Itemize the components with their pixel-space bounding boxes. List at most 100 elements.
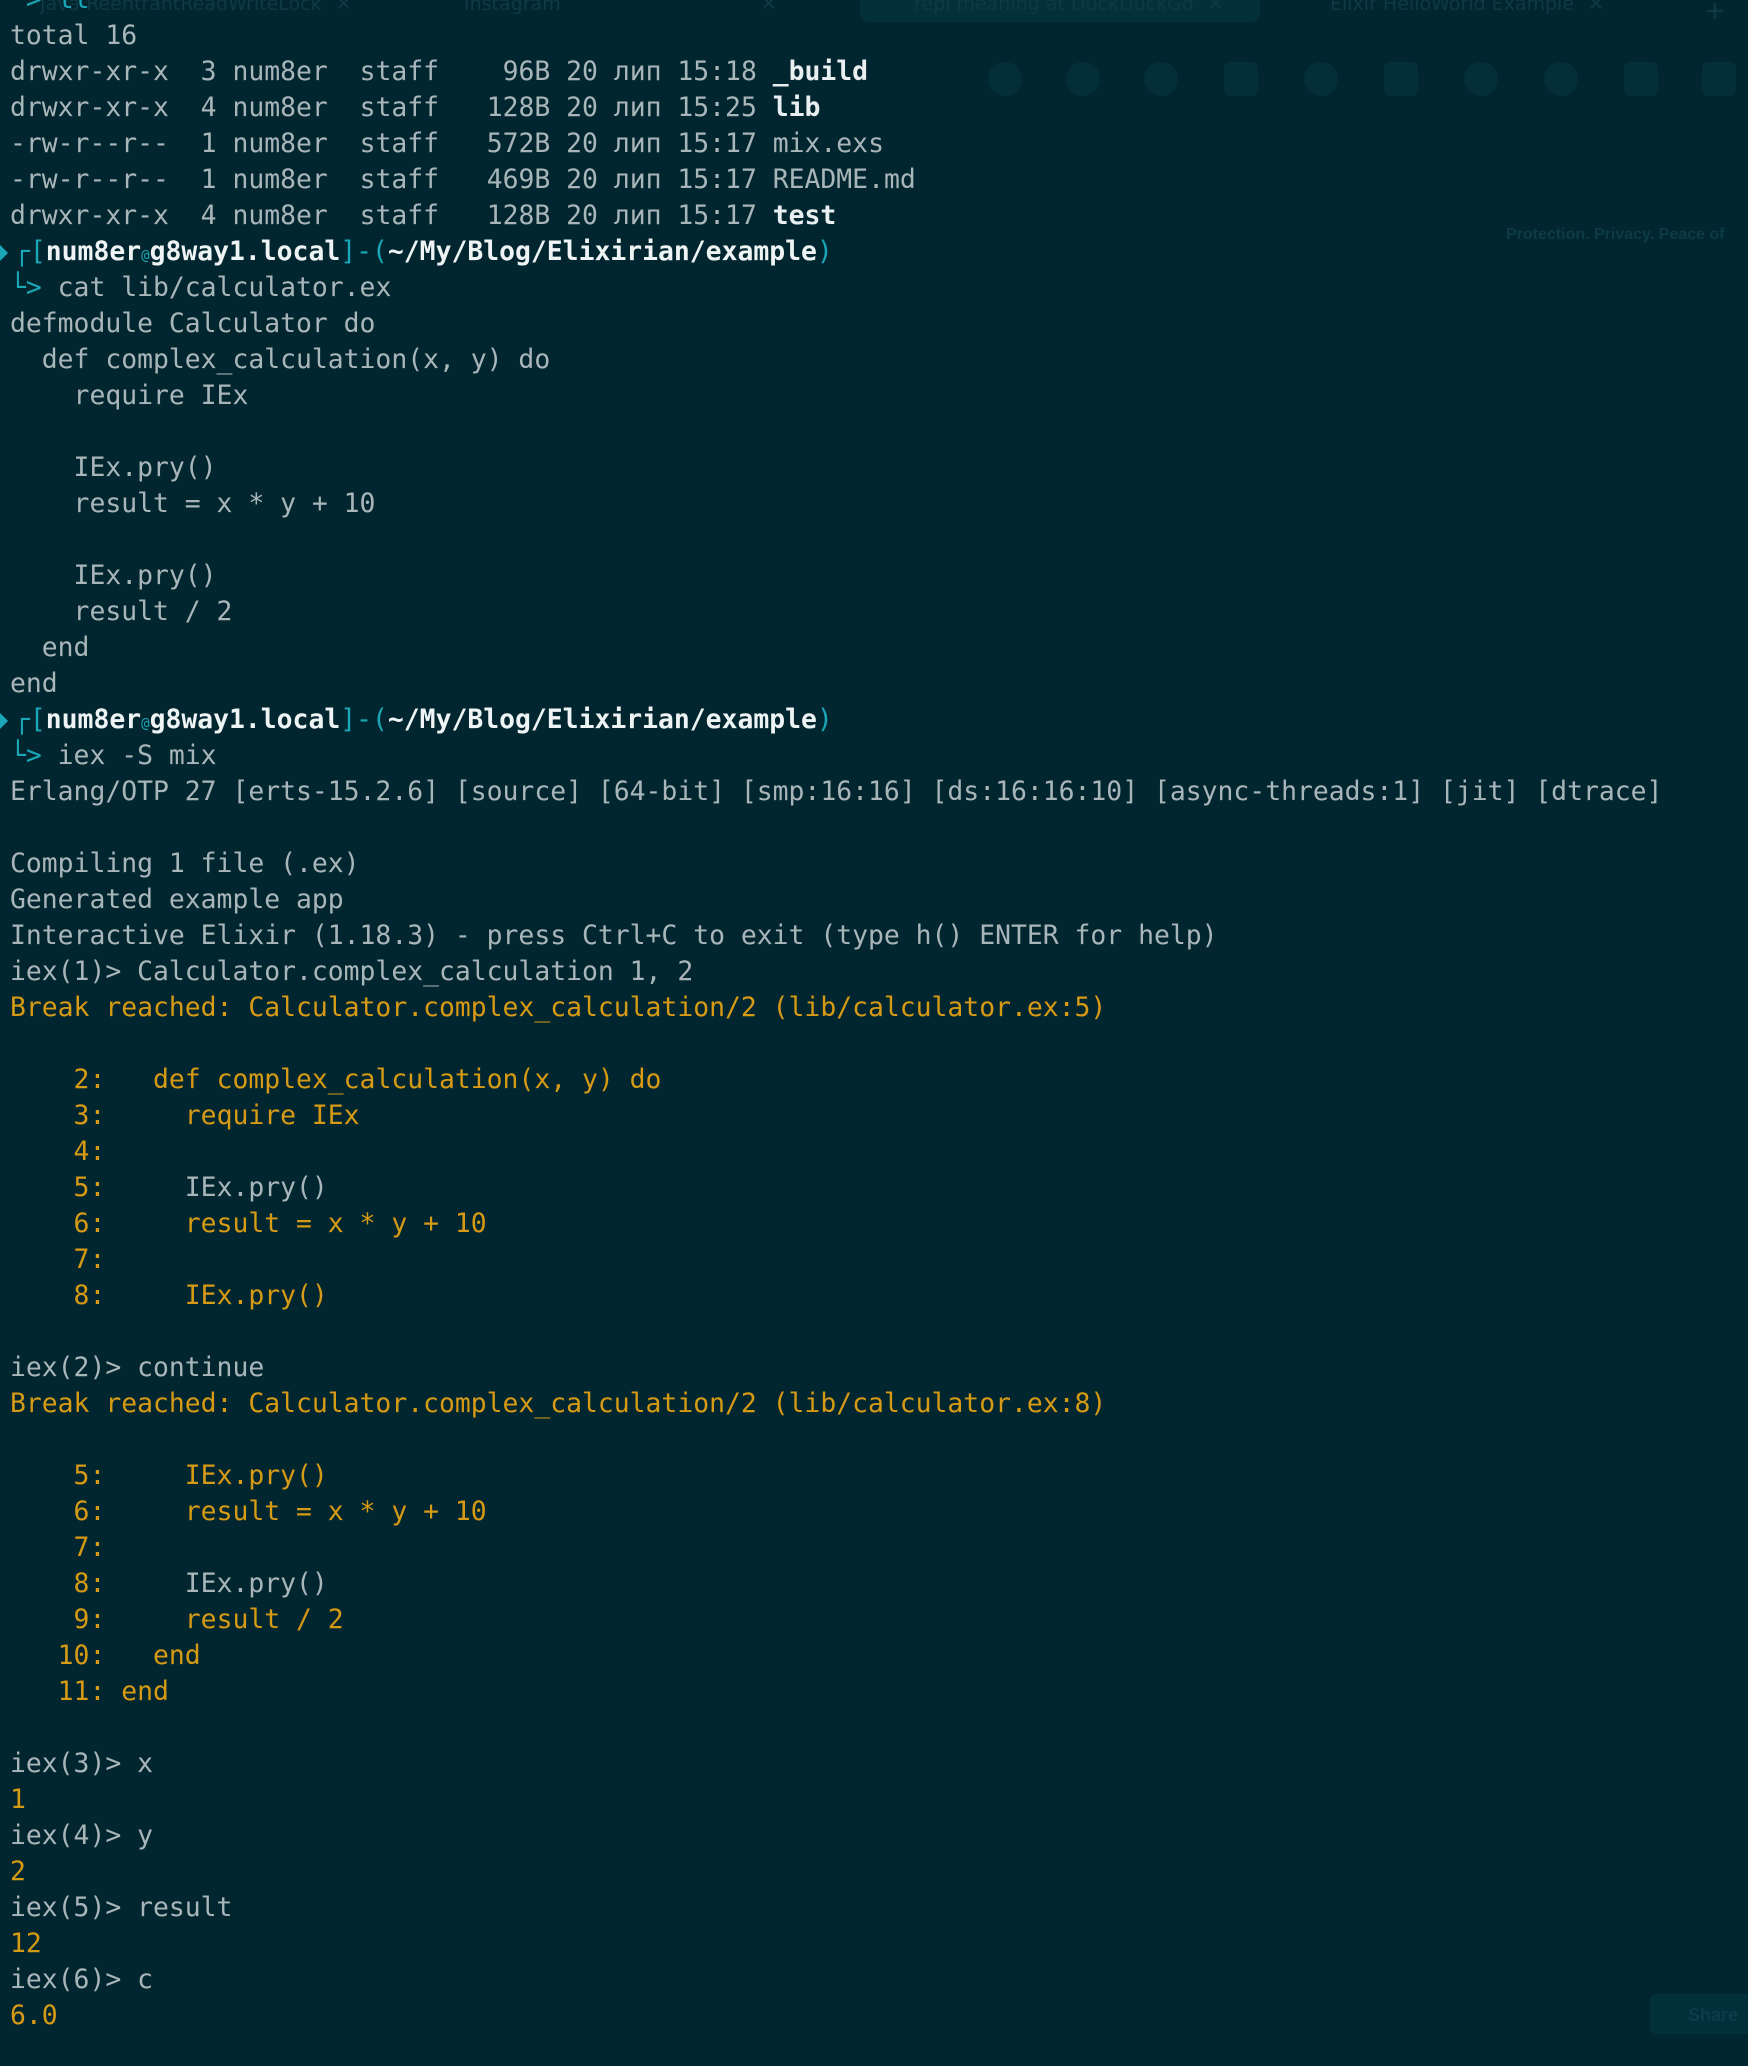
source-line: end [10, 632, 90, 663]
pry-code-line: 10: end [10, 1638, 1662, 1674]
pry-code-line-current: 8: IEx.pry() [10, 1566, 1662, 1602]
prompt-at: @ [141, 716, 150, 732]
ls-perms: -rw-r--r-- [10, 164, 169, 195]
share-button[interactable]: Share [1650, 1994, 1748, 2034]
ls-day: 20 [566, 200, 598, 231]
iex-input: iex(2)> continue [10, 1352, 265, 1383]
ls-links: 1 [200, 164, 217, 195]
erlang-banner: Erlang/OTP 27 [erts-15.2.6] [source] [64… [10, 776, 1663, 807]
command-text: cat lib/calculator.ex [57, 272, 392, 303]
ls-size: 128B [486, 200, 551, 231]
pry-code-line: 6: result = x * y + 10 [10, 1494, 1662, 1530]
ls-user: num8er [232, 128, 328, 159]
ls-row: drwxr-xr-x 4 num8er staff 128B 20 лип 15… [10, 90, 1662, 126]
ls-size: 96B [502, 56, 551, 87]
line-number: 3: [10, 1100, 106, 1131]
pry-code-line: 8: IEx.pry() [10, 1278, 1662, 1314]
compile-line: Compiling 1 file (.ex) [10, 848, 360, 879]
source-line: defmodule Calculator do [10, 308, 376, 339]
ls-name: _build [772, 56, 869, 87]
ls-row: drwxr-xr-x 4 num8er staff 128B 20 лип 15… [10, 198, 1662, 234]
prompt-user: num8er [45, 704, 142, 735]
ls-perms: drwxr-xr-x [10, 56, 169, 87]
iex-input: iex(5)> result [10, 1892, 233, 1923]
ls-group: staff [359, 56, 440, 87]
source-line [10, 522, 1662, 558]
pry-code-line: 5: IEx.pry() [10, 1458, 1662, 1494]
pry-code-line: 4: [10, 1134, 1662, 1170]
ls-month: лип [613, 200, 662, 231]
ls-time: 15:17 [677, 200, 757, 231]
pry-code-line: 2: def complex_calculation(x, y) do [10, 1062, 1662, 1098]
ls-group: staff [359, 164, 440, 195]
prompt-at: @ [141, 248, 150, 264]
pry-code-line-current: 5: IEx.pry() [10, 1170, 1662, 1206]
ls-size: 572B [486, 128, 551, 159]
line-number: 6: [10, 1208, 106, 1239]
line-number: 10: [10, 1640, 106, 1671]
prompt-user: num8er [45, 236, 142, 267]
ls-size: 128B [486, 92, 551, 123]
prompt-arrow-icon [0, 244, 8, 261]
command-line: └> ll [10, 0, 1662, 18]
ls-day: 20 [566, 128, 598, 159]
ls-time: 15:18 [677, 56, 757, 87]
ls-month: лип [613, 56, 662, 87]
pry-code: IEx.pry() [105, 1568, 328, 1599]
source-line: def complex_calculation(x, y) do [10, 344, 551, 375]
ls-links: 4 [200, 200, 217, 231]
compile-line: Interactive Elixir (1.18.3) - press Ctrl… [10, 920, 1218, 951]
ls-time: 15:25 [677, 92, 757, 123]
ls-perms: -rw-r--r-- [10, 128, 169, 159]
ls-user: num8er [232, 164, 328, 195]
ls-time: 15:17 [677, 128, 757, 159]
prompt-path: ~/My/Blog/Elixirian/example [387, 704, 817, 735]
source-line: IEx.pry() [10, 452, 217, 483]
ls-row: -rw-r--r-- 1 num8er staff 469B 20 лип 15… [10, 162, 1662, 198]
source-line: end [10, 668, 58, 699]
ls-perms: drwxr-xr-x [10, 200, 169, 231]
iex-result: 1 [10, 1784, 26, 1815]
ls-month: лип [613, 92, 662, 123]
ls-name: test [772, 200, 837, 231]
iex-result: 2 [10, 1856, 26, 1887]
iex-input: iex(6)> c [10, 1964, 153, 1995]
iex-result: 12 [10, 1928, 42, 1959]
extension-icon[interactable] [1702, 62, 1736, 96]
prompt-host: g8way1.local [149, 704, 341, 735]
pry-code-line: 3: require IEx [10, 1098, 1662, 1134]
ls-name: README.md [772, 164, 916, 195]
line-number: 6: [10, 1496, 106, 1527]
line-number: 5: [10, 1460, 106, 1491]
pry-code-line: 6: result = x * y + 10 [10, 1206, 1662, 1242]
ls-user: num8er [232, 200, 328, 231]
iex-input: iex(3)> x [10, 1748, 153, 1779]
pry-code: IEx.pry() [105, 1172, 328, 1203]
compile-line: Generated example app [10, 884, 344, 915]
pry-code-line: 7: [10, 1242, 1662, 1278]
pry-code: IEx.pry() [105, 1280, 328, 1311]
pry-code: end [105, 1640, 201, 1671]
ls-name: lib [772, 92, 821, 123]
pry-code: result / 2 [105, 1604, 344, 1635]
ls-month: лип [613, 128, 662, 159]
break-message: Break reached: Calculator.complex_calcul… [10, 1388, 1107, 1419]
pry-code: IEx.pry() [105, 1460, 328, 1491]
source-line [10, 414, 1662, 450]
ls-day: 20 [566, 92, 598, 123]
shell-prompt: ┌[num8er@g8way1.local]-(~/My/Blog/Elixir… [0, 702, 1662, 738]
ls-name: mix.exs [772, 128, 884, 159]
terminal-output[interactable]: └> ll total 16 drwxr-xr-x 3 num8er staff… [0, 0, 1663, 2034]
new-tab-icon[interactable]: + [1704, 0, 1726, 24]
command-line: └> iex -S mix [10, 740, 217, 771]
share-label: Share [1688, 2005, 1739, 2025]
line-number: 7: [10, 1244, 106, 1275]
prompt-arrow-icon [0, 712, 8, 729]
ls-time: 15:17 [677, 164, 757, 195]
ls-user: num8er [232, 56, 328, 87]
